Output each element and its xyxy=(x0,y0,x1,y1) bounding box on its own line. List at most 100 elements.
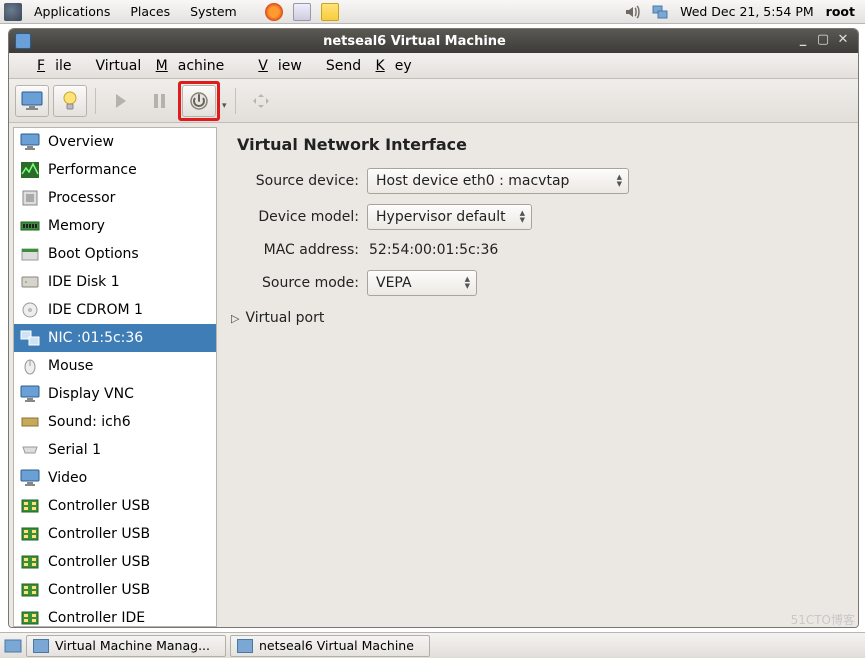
titlebar[interactable]: netseal6 Virtual Machine _ ▢ ✕ xyxy=(9,29,858,53)
toolbar-separator-2 xyxy=(235,88,236,114)
places-menu[interactable]: Places xyxy=(122,2,178,21)
toolbar: ▾ xyxy=(9,79,858,123)
firefox-launcher-icon[interactable] xyxy=(265,3,283,21)
ctrl-icon xyxy=(20,609,40,627)
sidebar-item-controller-usb[interactable]: Controller USB xyxy=(14,492,216,520)
sidebar-item-serial-1[interactable]: Serial 1 xyxy=(14,436,216,464)
sidebar-item-label: Memory xyxy=(48,218,105,234)
source-mode-label: Source mode: xyxy=(237,275,367,291)
sidebar-item-overview[interactable]: Overview xyxy=(14,128,216,156)
sidebar-item-display-vnc[interactable]: Display VNC xyxy=(14,380,216,408)
serial-icon xyxy=(20,441,40,459)
sidebar-item-controller-usb[interactable]: Controller USB xyxy=(14,576,216,604)
source-device-value: Host device eth0 : macvtap xyxy=(376,173,603,189)
shutdown-button[interactable] xyxy=(182,85,216,117)
applications-menu[interactable]: Applications xyxy=(26,2,118,21)
virtual-port-expander[interactable]: ▷ Virtual port xyxy=(231,310,848,326)
sidebar-item-ide-disk-1[interactable]: IDE Disk 1 xyxy=(14,268,216,296)
sidebar-item-label: Mouse xyxy=(48,358,93,374)
sidebar-item-mouse[interactable]: Mouse xyxy=(14,352,216,380)
sidebar-item-controller-ide[interactable]: Controller IDE xyxy=(14,604,216,627)
mail-launcher-icon[interactable] xyxy=(293,3,311,21)
minimize-button[interactable]: _ xyxy=(794,33,812,49)
menubar: File Virtual Machine View Send Key xyxy=(9,53,858,79)
menu-file[interactable]: File xyxy=(17,56,81,76)
clock[interactable]: Wed Dec 21, 5:54 PM xyxy=(680,4,814,19)
pause-button[interactable] xyxy=(142,85,176,117)
gnome-top-panel: Applications Places System Wed Dec 21, 5… xyxy=(0,0,865,24)
monitor-icon xyxy=(21,91,43,111)
taskbar-item-vmm[interactable]: Virtual Machine Manag... xyxy=(26,635,226,657)
device-model-value: Hypervisor default xyxy=(376,209,506,225)
expander-triangle-icon: ▷ xyxy=(231,312,239,325)
ctrl-icon xyxy=(20,581,40,599)
sidebar-item-ide-cdrom-1[interactable]: IDE CDROM 1 xyxy=(14,296,216,324)
details-pane: Virtual Network Interface Source device:… xyxy=(219,123,858,627)
sidebar-item-label: Video xyxy=(48,470,87,486)
sidebar-item-label: NIC :01:5c:36 xyxy=(48,330,143,346)
volume-icon[interactable] xyxy=(624,4,640,20)
shutdown-menu-arrow[interactable]: ▾ xyxy=(222,91,227,111)
gnome-foot-icon xyxy=(4,3,22,21)
window-icon xyxy=(15,33,31,49)
sidebar-item-boot-options[interactable]: Boot Options xyxy=(14,240,216,268)
taskbar-item-vm[interactable]: netseal6 Virtual Machine xyxy=(230,635,430,657)
shutdown-highlight xyxy=(178,81,220,121)
sidebar-item-nic-01-5c-36[interactable]: NIC :01:5c:36 xyxy=(14,324,216,352)
sidebar-item-processor[interactable]: Processor xyxy=(14,184,216,212)
cdrom-icon xyxy=(20,301,40,319)
source-mode-value: VEPA xyxy=(376,275,451,291)
network-icon[interactable] xyxy=(652,4,668,20)
sidebar-item-label: Boot Options xyxy=(48,246,139,262)
sidebar-item-memory[interactable]: Memory xyxy=(14,212,216,240)
fullscreen-button[interactable] xyxy=(244,85,278,117)
monitor-icon xyxy=(20,469,40,487)
system-menu[interactable]: System xyxy=(182,2,245,21)
sidebar-item-controller-usb[interactable]: Controller USB xyxy=(14,520,216,548)
mac-address-label: MAC address: xyxy=(237,242,367,258)
menu-virtual-machine[interactable]: Virtual Machine xyxy=(85,56,234,76)
console-view-button[interactable] xyxy=(15,85,49,117)
mouse-icon xyxy=(20,357,40,375)
task-icon xyxy=(237,639,253,653)
hardware-sidebar[interactable]: Overview Performance Processor Memory Boot O… xyxy=(13,127,217,627)
monitor-icon xyxy=(20,133,40,151)
run-button[interactable] xyxy=(104,85,138,117)
source-device-combo[interactable]: Host device eth0 : macvtap ▲▼ xyxy=(367,168,629,194)
close-button[interactable]: ✕ xyxy=(834,33,852,49)
sidebar-item-label: Serial 1 xyxy=(48,442,101,458)
maximize-button[interactable]: ▢ xyxy=(814,33,832,49)
sidebar-item-label: Controller USB xyxy=(48,554,150,570)
sidebar-item-video[interactable]: Video xyxy=(14,464,216,492)
user-menu[interactable]: root xyxy=(826,4,861,19)
sidebar-item-label: Performance xyxy=(48,162,137,178)
ctrl-icon xyxy=(20,497,40,515)
fullscreen-icon xyxy=(251,92,271,110)
sound-icon xyxy=(20,413,40,431)
sidebar-item-label: Overview xyxy=(48,134,114,150)
menu-send-key[interactable]: Send Key xyxy=(316,56,422,76)
disk-icon xyxy=(20,273,40,291)
power-icon xyxy=(189,91,209,111)
mac-address-value: 52:54:00:01:5c:36 xyxy=(367,240,498,260)
sidebar-item-label: Controller USB xyxy=(48,526,150,542)
play-icon xyxy=(116,94,126,108)
sidebar-item-label: IDE Disk 1 xyxy=(48,274,120,290)
show-desktop-icon[interactable] xyxy=(4,637,22,655)
sidebar-item-performance[interactable]: Performance xyxy=(14,156,216,184)
sidebar-item-sound-ich6[interactable]: Sound: ich6 xyxy=(14,408,216,436)
notes-launcher-icon[interactable] xyxy=(321,3,339,21)
device-model-combo[interactable]: Hypervisor default ▲▼ xyxy=(367,204,532,230)
task-label: Virtual Machine Manag... xyxy=(55,638,210,653)
details-view-button[interactable] xyxy=(53,85,87,117)
watermark: 51CTO博客 xyxy=(791,611,855,628)
sidebar-item-controller-usb[interactable]: Controller USB xyxy=(14,548,216,576)
gnome-bottom-panel: Virtual Machine Manag... netseal6 Virtua… xyxy=(0,632,865,658)
monitor-icon xyxy=(20,385,40,403)
vm-window: netseal6 Virtual Machine _ ▢ ✕ File Virt… xyxy=(8,28,859,628)
device-model-label: Device model: xyxy=(237,209,367,225)
nic-icon xyxy=(20,329,40,347)
pane-heading: Virtual Network Interface xyxy=(237,135,848,154)
menu-view[interactable]: View xyxy=(238,56,312,76)
source-mode-combo[interactable]: VEPA ▲▼ xyxy=(367,270,477,296)
